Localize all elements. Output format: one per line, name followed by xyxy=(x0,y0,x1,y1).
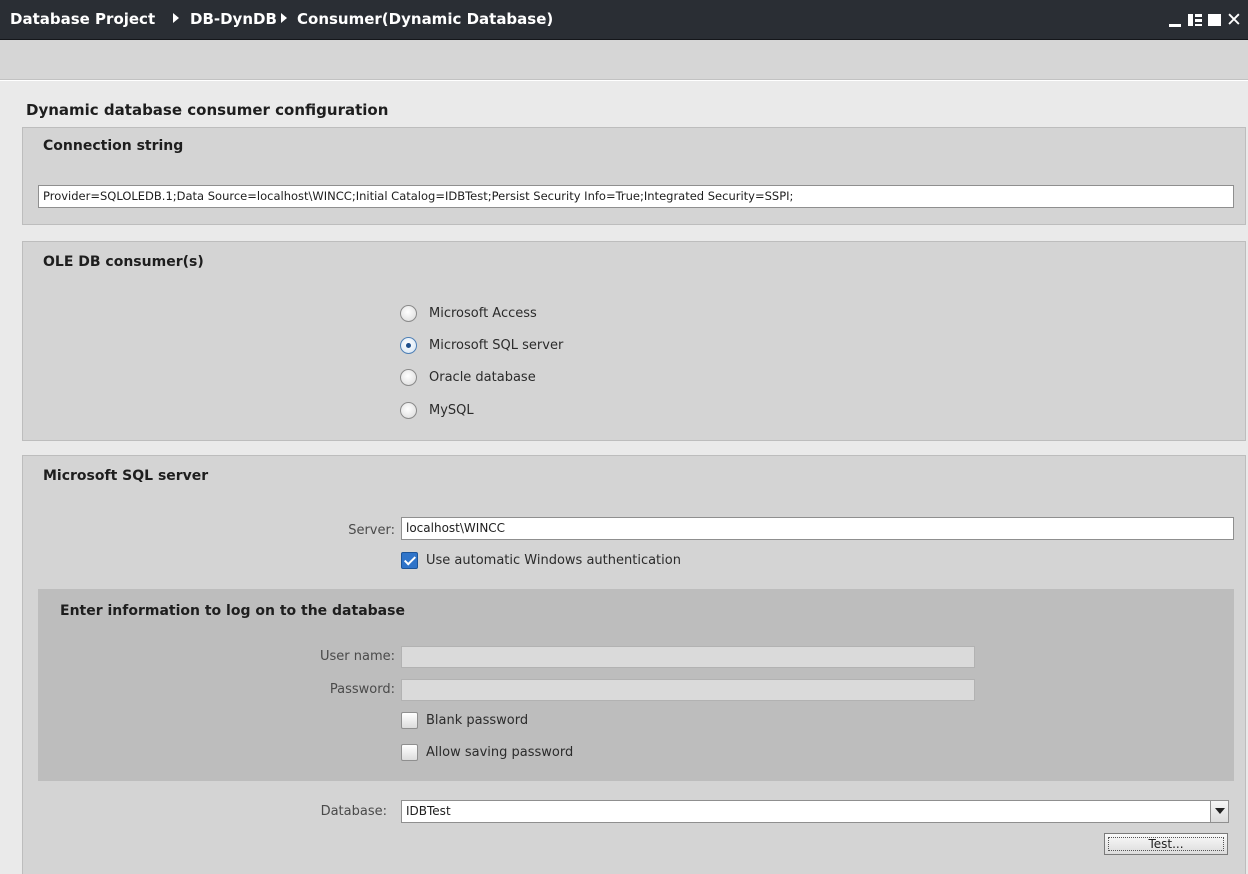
breadcrumb-separator-icon xyxy=(281,13,287,23)
window-controls: ✕ xyxy=(1166,10,1244,30)
breadcrumb-item-db-dyndb[interactable]: DB-DynDB xyxy=(190,10,277,28)
checkbox-label: Blank password xyxy=(426,713,529,728)
password-input[interactable] xyxy=(401,679,975,701)
logon-panel-title: Enter information to log on to the datab… xyxy=(60,603,405,619)
window-titlebar: Database Project DB-DynDB Consumer(Dynam… xyxy=(0,0,1248,40)
server-label: Server: xyxy=(348,523,395,538)
radio-label: MySQL xyxy=(429,403,474,418)
password-label: Password: xyxy=(329,682,395,697)
user-name-input[interactable] xyxy=(401,646,975,668)
radio-label: Microsoft Access xyxy=(429,306,537,321)
test-button[interactable]: Test... xyxy=(1104,833,1228,855)
database-select-value: IDBTest xyxy=(406,804,451,818)
page-title: Dynamic database consumer configuration xyxy=(26,101,389,119)
maximize-icon[interactable] xyxy=(1206,10,1224,30)
database-select[interactable]: IDBTest xyxy=(401,800,1229,823)
breadcrumb-separator-icon xyxy=(173,13,179,23)
toolbar xyxy=(0,40,1248,80)
radio-button-icon[interactable] xyxy=(400,369,417,386)
ole-db-consumer-section: OLE DB consumer(s) xyxy=(22,241,1246,441)
tile-icon[interactable] xyxy=(1186,10,1204,30)
close-icon[interactable]: ✕ xyxy=(1224,10,1244,30)
focus-rectangle xyxy=(1108,837,1224,851)
user-name-label: User name: xyxy=(319,649,395,664)
ole-db-consumer-title: OLE DB consumer(s) xyxy=(43,254,204,270)
chevron-down-icon[interactable] xyxy=(1210,801,1228,822)
connection-string-title: Connection string xyxy=(43,138,184,154)
checkbox-label: Use automatic Windows authentication xyxy=(426,553,681,568)
radio-button-icon[interactable] xyxy=(400,305,417,322)
database-label: Database: xyxy=(320,804,387,819)
checkbox-checked-icon[interactable] xyxy=(401,552,418,569)
breadcrumb-item-consumer[interactable]: Consumer(Dynamic Database) xyxy=(297,10,553,28)
connection-string-section: Connection string xyxy=(22,127,1246,225)
radio-button-icon[interactable] xyxy=(400,402,417,419)
connection-string-input[interactable]: Provider=SQLOLEDB.1;Data Source=localhos… xyxy=(38,185,1234,208)
checkbox-icon[interactable] xyxy=(401,744,418,761)
checkbox-label: Allow saving password xyxy=(426,745,574,760)
sql-server-title: Microsoft SQL server xyxy=(43,468,209,484)
checkbox-icon[interactable] xyxy=(401,712,418,729)
radio-label: Microsoft SQL server xyxy=(429,338,564,353)
radio-button-selected-icon[interactable] xyxy=(400,337,417,354)
radio-label: Oracle database xyxy=(429,370,536,385)
breadcrumb-item-database-project[interactable]: Database Project xyxy=(10,10,155,28)
server-input[interactable]: localhost\WINCC xyxy=(401,517,1234,540)
minimize-icon[interactable] xyxy=(1166,10,1184,30)
